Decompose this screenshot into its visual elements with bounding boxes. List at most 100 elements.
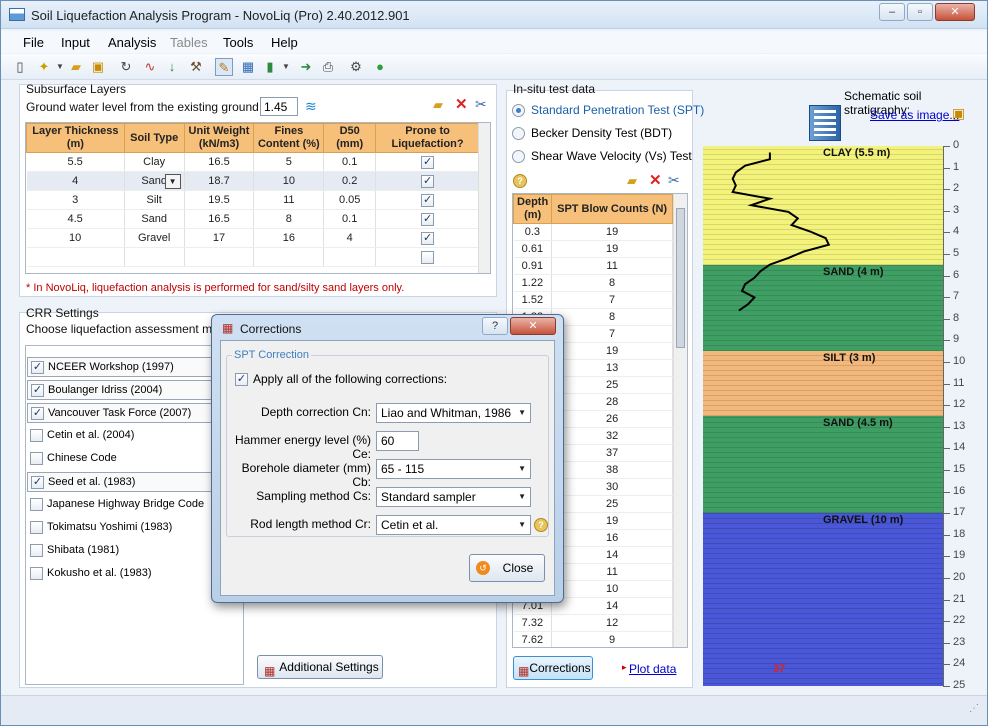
correction-field-input[interactable]: Cetin et al.	[376, 515, 531, 535]
spt-cell[interactable]: 14	[551, 597, 673, 615]
layer-cell[interactable]: 4	[323, 228, 377, 248]
spt-row[interactable]: 7.32 12	[513, 614, 673, 632]
crr-method-checkbox[interactable]	[30, 544, 43, 557]
dialog-close-x-button[interactable]: ✕	[510, 317, 556, 335]
layers-col-header[interactable]: Soil Type	[123, 123, 185, 153]
layer-cell[interactable]: 16.5	[184, 152, 255, 172]
spt-cell[interactable]: 25	[551, 495, 673, 513]
corrections-button[interactable]: ▦ Corrections	[513, 656, 593, 680]
spt-cell[interactable]: 1.52	[513, 291, 553, 309]
maximize-button[interactable]: ▫	[907, 3, 933, 21]
spt-cell[interactable]: 30	[551, 478, 673, 496]
layer-row[interactable]: 4 Sand ▼ 18.7 10 0.2 ✓	[26, 171, 480, 191]
save-icon[interactable]: ▣	[952, 105, 965, 122]
crr-method-checkbox[interactable]: ✓	[31, 407, 44, 420]
plot-data-link[interactable]: Plot data	[629, 662, 676, 676]
layer-cell[interactable]	[184, 247, 255, 267]
layers-col-header[interactable]: Fines Content (%)	[253, 123, 325, 153]
menu-tables[interactable]: Tables	[170, 35, 208, 50]
settings-gear-icon[interactable]: ⚙	[347, 58, 365, 76]
spt-cell[interactable]: 25	[551, 376, 673, 394]
chart-dropdown-icon[interactable]: ▼	[277, 58, 295, 76]
crr-method-item[interactable]: ✓ Seed et al. (1983)	[27, 472, 239, 492]
apply-all-checkbox[interactable]: ✓	[235, 373, 248, 386]
layer-cell[interactable]: 4	[26, 171, 125, 191]
spt-cell[interactable]: 7.32	[513, 614, 553, 632]
rod-length-help-icon[interactable]: ?	[534, 518, 548, 532]
save-icon[interactable]: ▣	[89, 58, 107, 76]
crr-method-item[interactable]: ✓ Boulanger Idriss (2004)	[27, 380, 239, 400]
spt-cell[interactable]: 13	[551, 359, 673, 377]
correction-field-input[interactable]: 60	[376, 431, 419, 451]
save-image-link[interactable]: Save as image...	[870, 108, 959, 122]
spt-cell[interactable]: 19	[551, 240, 673, 258]
spt-row[interactable]: 0.3 19	[513, 223, 673, 241]
prone-checkbox[interactable]: ✓	[421, 174, 435, 188]
crr-method-checkbox[interactable]: ✓	[31, 476, 44, 489]
new-file-icon[interactable]: ▯	[11, 58, 29, 76]
spt-row[interactable]: 1.52 7	[513, 291, 673, 309]
crr-method-item[interactable]: Kokusho et al. (1983)	[27, 564, 152, 584]
layer-row[interactable]	[26, 247, 480, 267]
layer-cell[interactable]: 17	[184, 228, 255, 248]
insitu-radio[interactable]	[512, 104, 525, 118]
layer-cell[interactable]: 4.5	[26, 209, 125, 229]
dialog-close-button[interactable]: ↺ Close	[469, 554, 545, 582]
soil-type-dropdown-icon[interactable]: ▼	[164, 174, 181, 189]
additional-settings-button[interactable]: ▦ Additional Settings	[257, 655, 383, 679]
spt-cell[interactable]: 16	[551, 529, 673, 547]
spt-cell[interactable]: 28	[551, 393, 673, 411]
menu-input[interactable]: Input	[61, 35, 90, 50]
crr-method-item[interactable]: Cetin et al. (2004)	[27, 426, 134, 446]
help-circle-icon[interactable]: ●	[371, 58, 389, 76]
prone-checkbox[interactable]	[421, 250, 435, 264]
resize-grip-icon[interactable]: ⋰	[969, 703, 979, 714]
insitu-radio[interactable]	[512, 127, 525, 141]
spt-row[interactable]: 1.22 8	[513, 274, 673, 292]
layer-row[interactable]: 3 Silt 19.5 11 0.05 ✓	[26, 190, 480, 210]
prone-checkbox[interactable]: ✓	[421, 193, 435, 207]
spt-cell[interactable]: 11	[551, 257, 673, 275]
spt-cell[interactable]: 38	[551, 461, 673, 479]
download-arrow-icon[interactable]: ↓	[163, 58, 181, 76]
prone-checkbox[interactable]: ✓	[421, 212, 435, 226]
dialog-help-button[interactable]: ?	[482, 317, 508, 335]
spt-row[interactable]: 7.62 9	[513, 631, 673, 647]
spt-cell[interactable]: 8	[551, 274, 673, 292]
cut-scissors-icon[interactable]: ✂	[475, 96, 487, 113]
crr-method-item[interactable]: ✓ NCEER Workshop (1997)	[27, 357, 239, 377]
menu-tools[interactable]: Tools	[223, 35, 253, 50]
spt-cell[interactable]: 1.22	[513, 274, 553, 292]
layer-cell[interactable]	[323, 247, 377, 267]
crr-method-checkbox[interactable]: ✓	[31, 361, 44, 374]
layer-cell[interactable]: 18.7	[184, 171, 255, 191]
insitu-radio[interactable]	[512, 150, 525, 164]
spt-cell[interactable]: 0.91	[513, 257, 553, 275]
spt-cell[interactable]: 7.62	[513, 631, 553, 647]
spt-cell[interactable]: 9	[551, 631, 673, 647]
spt-cell[interactable]: 7	[551, 291, 673, 309]
edit-pencil-icon[interactable]: ✎	[215, 58, 233, 76]
layers-col-header[interactable]: D50 (mm)	[323, 123, 377, 153]
layer-cell[interactable]: 10	[26, 228, 125, 248]
layer-row[interactable]: 4.5 Sand 16.5 8 0.1 ✓	[26, 209, 480, 229]
spt-row[interactable]: 0.61 19	[513, 240, 673, 258]
spt-col-header[interactable]: SPT Blow Counts (N)	[551, 194, 673, 224]
spt-cell[interactable]: 37	[551, 444, 673, 462]
spt-scrollbar[interactable]	[673, 194, 687, 647]
spt-scroll-thumb[interactable]	[676, 208, 685, 348]
crr-method-checkbox[interactable]	[30, 567, 43, 580]
open-folder-icon[interactable]: ▰	[627, 173, 637, 189]
layer-cell[interactable]: Sand ▼	[124, 171, 185, 191]
insitu-option[interactable]: Becker Density Test (BDT)	[512, 126, 672, 141]
minimize-button[interactable]: ‒	[879, 3, 905, 21]
layer-row[interactable]: 10 Gravel 17 16 4 ✓	[26, 228, 480, 248]
crr-method-checkbox[interactable]: ✓	[31, 384, 44, 397]
layer-row[interactable]: 5.5 Clay 16.5 5 0.1 ✓	[26, 152, 480, 172]
spt-cell[interactable]: 19	[551, 223, 673, 241]
menu-help[interactable]: Help	[271, 35, 298, 50]
export-icon[interactable]: ➜	[297, 58, 315, 76]
layer-cell[interactable]: 0.2	[323, 171, 377, 191]
table-icon[interactable]: ▦	[239, 58, 257, 76]
spt-cell[interactable]: 0.3	[513, 223, 553, 241]
